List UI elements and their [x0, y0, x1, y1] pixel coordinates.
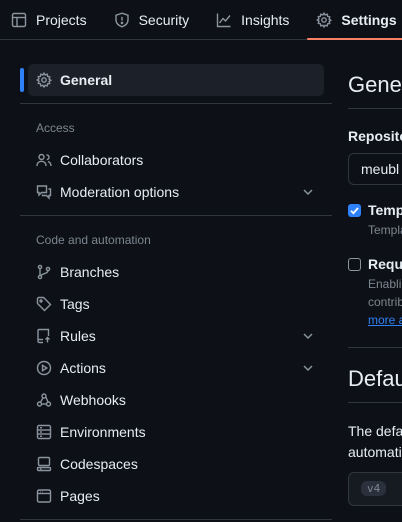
settings-sidebar: General Access Collaborators Moderation …	[0, 40, 340, 522]
table-icon	[11, 12, 27, 27]
tag-icon	[36, 296, 52, 312]
sidebar-item-general[interactable]: General	[28, 64, 324, 96]
tab-projects[interactable]: Projects	[11, 0, 87, 40]
chevron-down-icon[interactable]	[300, 328, 316, 344]
sidebar-item-rules[interactable]: Rules	[28, 320, 324, 352]
chevron-down-icon[interactable]	[300, 360, 316, 376]
require-signoff-checkbox[interactable]	[348, 258, 361, 271]
default-branch-description-line1: The defa	[348, 423, 402, 439]
play-icon	[36, 360, 52, 376]
default-branch-field: v4	[348, 472, 402, 506]
sidebar-item-label: Tags	[60, 296, 90, 312]
codespaces-icon	[36, 456, 52, 472]
sidebar-item-tags[interactable]: Tags	[28, 288, 324, 320]
sidebar-item-label: Collaborators	[60, 152, 144, 168]
page-title: Gene	[348, 72, 402, 97]
gear-icon	[316, 11, 333, 28]
git-branch-icon	[37, 264, 51, 280]
sidebar-item-label: Rules	[60, 328, 96, 344]
template-repository-note: Templa	[368, 223, 402, 237]
sidebar-item-label: Codespaces	[60, 456, 138, 472]
tab-insights[interactable]: Insights	[216, 0, 289, 40]
settings-main: Gene Reposito meubl Temp Templa Requi En…	[348, 40, 402, 522]
divider	[348, 108, 402, 109]
learn-more-link[interactable]: more a	[368, 313, 402, 327]
divider	[348, 347, 402, 348]
people-icon	[36, 153, 52, 167]
sidebar-item-label: Environments	[60, 424, 146, 440]
webhook-icon	[36, 393, 52, 407]
sidebar-item-actions[interactable]: Actions	[28, 352, 324, 384]
shield-icon	[114, 11, 129, 28]
sidebar-item-label: Webhooks	[60, 392, 126, 408]
repository-name-input[interactable]: meubl	[348, 153, 402, 185]
sidebar-item-moderation-options[interactable]: Moderation options	[28, 176, 324, 208]
tab-label: Projects	[36, 11, 87, 28]
default-branch-description-line2: automati	[348, 444, 402, 460]
tab-label: Settings	[341, 11, 397, 28]
template-repository-checkbox[interactable]	[348, 204, 361, 217]
sidebar-item-environments[interactable]: Environments	[28, 416, 324, 448]
default-branch-heading: Defau	[348, 366, 402, 391]
sidebar-item-label: Pages	[60, 488, 100, 504]
sidebar-item-branches[interactable]: Branches	[28, 256, 324, 288]
sidebar-item-label: Actions	[60, 360, 106, 376]
server-icon	[36, 424, 52, 440]
repo-nav: Projects Security Insights Settings	[0, 0, 402, 40]
sidebar-item-label: Branches	[60, 264, 120, 280]
divider	[20, 103, 332, 104]
sidebar-item-pages[interactable]: Pages	[28, 480, 324, 512]
repository-name-label: Reposito	[348, 128, 402, 144]
sidebar-item-collaborators[interactable]: Collaborators	[28, 144, 324, 176]
sidebar-item-label: General	[60, 72, 113, 88]
divider	[20, 519, 332, 520]
tab-settings[interactable]: Settings	[307, 0, 402, 40]
sidebar-item-webhooks[interactable]: Webhooks	[28, 384, 324, 416]
browser-icon	[36, 489, 52, 503]
comment-discussion-icon	[36, 185, 52, 200]
selected-indicator	[20, 68, 24, 92]
gear-icon	[36, 72, 52, 88]
default-branch-name: v4	[361, 481, 387, 496]
divider	[20, 215, 332, 216]
require-signoff-label: Requi	[368, 256, 402, 272]
divider	[348, 402, 402, 403]
group-heading-access: Access	[36, 121, 75, 135]
template-repository-label: Temp	[368, 202, 402, 218]
check-icon	[350, 207, 359, 215]
tab-label: Security	[138, 11, 190, 28]
tab-label: Insights	[241, 11, 290, 28]
require-signoff-note-line2: contrib	[368, 295, 402, 309]
graph-icon	[216, 13, 231, 27]
sidebar-item-label: Moderation options	[60, 184, 180, 200]
sidebar-item-codespaces[interactable]: Codespaces	[28, 448, 324, 480]
repo-push-icon	[37, 328, 50, 344]
group-heading-code-and-automation: Code and automation	[36, 233, 151, 247]
chevron-down-icon[interactable]	[300, 184, 316, 200]
require-signoff-note-line1: Enablin	[368, 277, 402, 291]
tab-security[interactable]: Security	[114, 0, 190, 40]
